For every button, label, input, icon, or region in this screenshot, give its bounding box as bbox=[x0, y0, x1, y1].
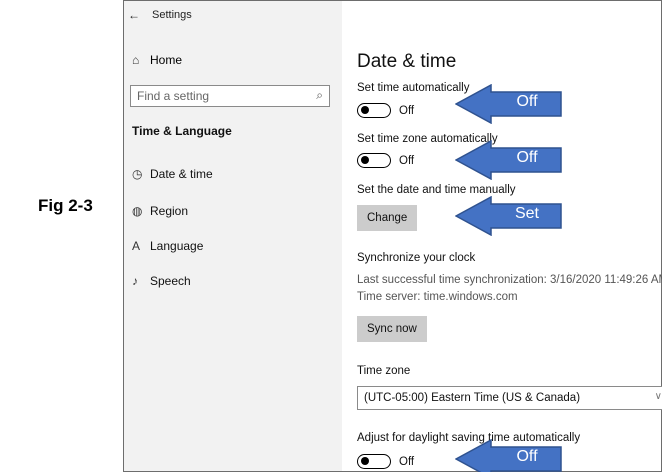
microphone-icon: ♪ bbox=[132, 274, 138, 288]
figure-label: Fig 2-3 bbox=[38, 196, 93, 215]
manual-label: Set the date and time manually bbox=[357, 184, 516, 196]
annotation-arrow: Off bbox=[455, 140, 565, 180]
sidebar-item-label: Language bbox=[150, 239, 204, 253]
sidebar-item-language[interactable]: A Language bbox=[132, 239, 203, 253]
sync-now-button[interactable]: Sync now bbox=[357, 316, 427, 342]
nav-home[interactable]: ⌂ Home bbox=[132, 53, 182, 67]
toggle-state: Off bbox=[399, 104, 415, 117]
sidebar: ← Settings ⌂ Home Find a setting ⌕ Time … bbox=[124, 1, 342, 471]
toggle-knob bbox=[361, 156, 369, 164]
chevron-down-icon: ∨ bbox=[654, 391, 662, 402]
calendar-clock-icon: ◷ bbox=[132, 167, 143, 181]
toggle-state: Off bbox=[399, 455, 415, 468]
annotation-arrow: Set bbox=[455, 196, 565, 236]
set-time-auto-toggle-row: Off bbox=[357, 103, 414, 118]
globe-icon: ◍ bbox=[132, 204, 143, 218]
search-placeholder: Find a setting bbox=[137, 89, 210, 103]
set-timezone-auto-toggle[interactable] bbox=[357, 153, 391, 168]
home-icon: ⌂ bbox=[132, 53, 140, 67]
title-bar: ← Settings bbox=[128, 7, 192, 23]
annotation-arrow: Off bbox=[455, 84, 565, 124]
back-arrow-icon[interactable]: ← bbox=[128, 8, 146, 22]
set-time-auto-label: Set time automatically bbox=[357, 82, 470, 94]
annotation-text: Off bbox=[516, 93, 538, 110]
sidebar-item-label: Date & time bbox=[150, 167, 213, 181]
toggle-state: Off bbox=[399, 154, 415, 167]
language-icon: A bbox=[132, 239, 141, 253]
main-panel: Date & time Set time automatically Off S… bbox=[342, 1, 662, 471]
time-server-text: Time server: time.windows.com bbox=[357, 291, 518, 303]
annotation-text: Off bbox=[516, 149, 538, 166]
set-time-auto-toggle[interactable] bbox=[357, 103, 391, 118]
sidebar-item-label: Region bbox=[150, 204, 189, 218]
settings-window: ← Settings ⌂ Home Find a setting ⌕ Time … bbox=[123, 0, 662, 472]
search-icon[interactable]: ⌕ bbox=[316, 88, 323, 103]
daylight-toggle-row: Off bbox=[357, 454, 414, 469]
window-title: Settings bbox=[152, 9, 192, 21]
change-button[interactable]: Change bbox=[357, 205, 418, 231]
sync-heading: Synchronize your clock bbox=[357, 252, 476, 264]
annotation-arrow: Off bbox=[455, 439, 565, 472]
sidebar-item-speech[interactable]: ♪ Speech bbox=[132, 274, 191, 288]
section-heading: Time & Language bbox=[132, 124, 232, 138]
toggle-knob bbox=[361, 457, 369, 465]
nav-home-label: Home bbox=[150, 53, 183, 67]
timezone-label: Time zone bbox=[357, 365, 411, 377]
timezone-select[interactable]: (UTC-05:00) Eastern Time (US & Canada) ∨ bbox=[357, 386, 662, 410]
search-input[interactable]: Find a setting ⌕ bbox=[130, 85, 330, 107]
toggle-knob bbox=[361, 106, 369, 114]
annotation-text: Off bbox=[516, 448, 538, 465]
last-sync-text: Last successful time synchronization: 3/… bbox=[357, 274, 662, 286]
sidebar-item-region[interactable]: ◍ Region bbox=[132, 204, 188, 218]
set-timezone-auto-toggle-row: Off bbox=[357, 153, 414, 168]
page-title: Date & time bbox=[357, 51, 457, 72]
sidebar-item-label: Speech bbox=[150, 274, 191, 288]
annotation-text: Set bbox=[514, 205, 539, 222]
daylight-toggle[interactable] bbox=[357, 454, 391, 469]
sidebar-item-date-time[interactable]: ◷ Date & time bbox=[132, 167, 213, 181]
timezone-value: (UTC-05:00) Eastern Time (US & Canada) bbox=[364, 392, 581, 404]
